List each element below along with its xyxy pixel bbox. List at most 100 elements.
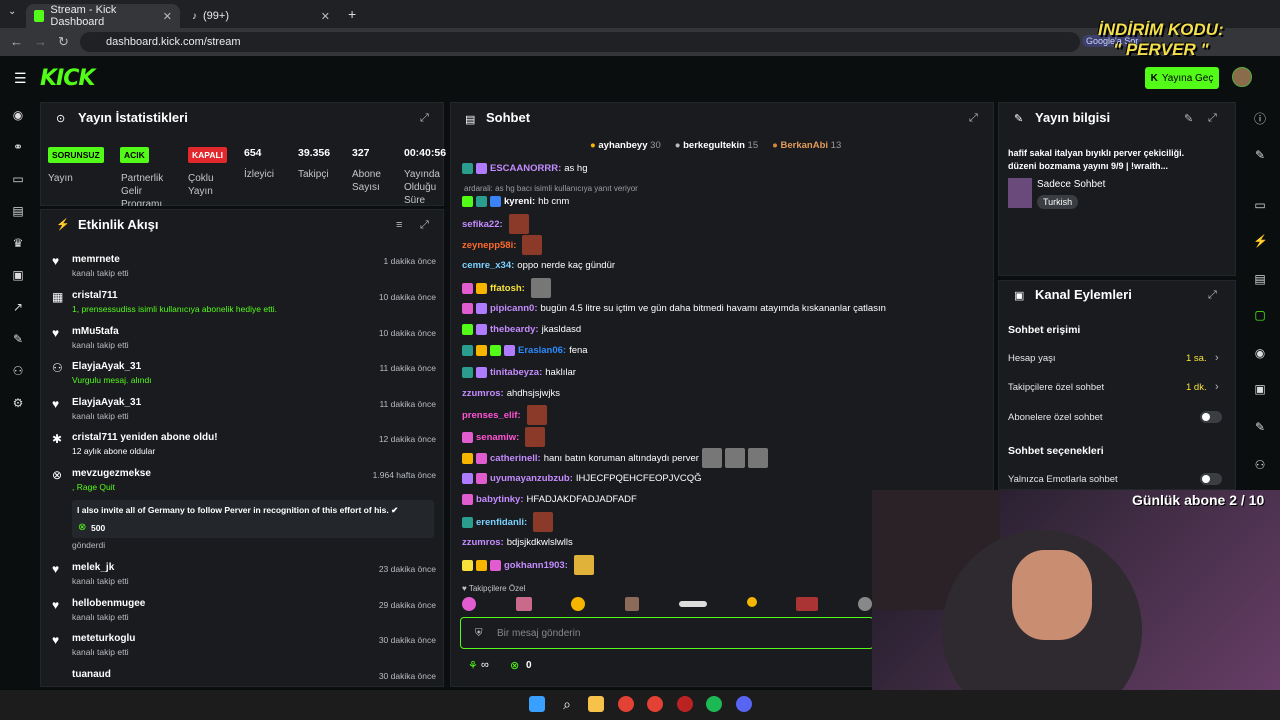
emote [533, 512, 554, 532]
spotify-icon[interactable] [706, 696, 722, 712]
activity-time: 29 dakika önce [378, 600, 436, 610]
wrench-icon[interactable]: ✎ [11, 332, 25, 346]
bot-icon[interactable]: ⚙ [11, 396, 25, 410]
search-icon[interactable]: ⌕ [559, 696, 575, 712]
activity-user[interactable]: mevzugezmekse [72, 468, 151, 479]
activity-desc: kanalı takip etti [72, 647, 129, 657]
wrench-icon[interactable]: ✎ [1253, 420, 1267, 434]
heart-icon: ♥ [52, 397, 60, 411]
trophy-icon[interactable]: ♛ [11, 236, 25, 250]
link-icon[interactable]: ⚭ [11, 140, 25, 154]
gifter-3[interactable]: ● BerkanAbi 13 [772, 140, 841, 151]
new-tab-icon[interactable]: + [348, 6, 356, 22]
viewer-count: 654 [244, 147, 262, 159]
window-icon[interactable]: ▭ [1253, 198, 1267, 212]
activity-time: 30 dakika önce [378, 635, 436, 645]
gifter-2[interactable]: ● berkegultekin 15 [675, 140, 758, 151]
close-icon[interactable]: ✕ [163, 10, 172, 23]
channel-icon[interactable]: ▣ [1253, 382, 1267, 396]
shield-icon: ⛨ [475, 628, 483, 639]
record-icon[interactable]: ◉ [1253, 346, 1267, 360]
chart-icon[interactable]: ↗ [11, 300, 25, 314]
activity-user[interactable]: hellobenmugee [72, 598, 145, 609]
category-name[interactable]: Sadece Sohbet [1037, 179, 1105, 190]
stream-description: hafif sakal italyan bıyıklı perver çekic… [1008, 148, 1185, 171]
expand-icon[interactable]: ⤢ [420, 112, 429, 125]
followers-only-value[interactable]: 1 dk. [1186, 382, 1207, 393]
expand-icon[interactable]: ⤢ [1208, 112, 1217, 125]
emote-only-toggle[interactable] [1200, 473, 1222, 485]
chat-message: ESCAANORRR: as hg [462, 163, 588, 174]
reload-icon[interactable]: ↻ [58, 34, 69, 50]
chat-input[interactable]: ⛨ Bir mesaj gönderin [460, 617, 874, 649]
heart-icon: ♥ [52, 326, 60, 340]
account-age-value[interactable]: 1 sa. [1186, 353, 1207, 364]
tab-kick-dashboard[interactable]: Stream - Kick Dashboard ✕ [26, 4, 180, 28]
app-icon[interactable] [677, 696, 693, 712]
chevron-right-icon[interactable]: › [1215, 381, 1219, 393]
avatar[interactable] [1232, 67, 1252, 87]
chat-title: Sohbet [486, 110, 531, 125]
edit-icon[interactable]: ✎ [1184, 112, 1193, 125]
media-icon[interactable]: ▣ [11, 268, 25, 282]
back-icon[interactable]: ← [10, 34, 23, 49]
activity-user[interactable]: cristal711 [72, 290, 118, 301]
go-live-label: Yayına Geç [1161, 72, 1214, 84]
users-icon[interactable]: ⚇ [11, 364, 25, 378]
subscriber-only-toggle[interactable] [1200, 411, 1222, 423]
discord-icon[interactable] [736, 696, 752, 712]
activity-user[interactable]: melek_jk [72, 562, 114, 573]
windows-start-icon[interactable] [529, 696, 545, 712]
discount-overlay: İNDİRİM KODU: " PERVER " [1098, 20, 1224, 60]
emote-bar[interactable] [462, 597, 872, 613]
chevron-right-icon[interactable]: › [1215, 352, 1219, 364]
channel-actions-title: Kanal Eylemleri [1035, 287, 1132, 302]
activity-user[interactable]: meteturkoglu [72, 633, 135, 644]
activity-desc: 1, prensessudiss isimli kullanıcıya abon… [72, 304, 278, 314]
kick-points-icon[interactable]: ⚘ [468, 659, 478, 672]
channel-icon: ▣ [1014, 290, 1025, 302]
chrome-icon[interactable] [618, 696, 634, 712]
expand-icon[interactable]: ⤢ [969, 112, 978, 125]
kick-logo[interactable]: KICK [40, 66, 95, 91]
chat-message: ffatosh: [462, 278, 551, 298]
url-input[interactable]: dashboard.kick.com/stream [80, 32, 1080, 52]
stat-label: Partnerlik Gelir Programı [121, 173, 164, 206]
expand-icon[interactable]: ⤢ [420, 219, 429, 232]
stats-icon: ⊙ [56, 113, 66, 125]
chat-message: Eraslan06: fena [462, 345, 588, 356]
chat-message: babytinky: HFADJAKDFADJADFADF [462, 494, 637, 505]
url-text: dashboard.kick.com/stream [106, 36, 241, 48]
users-icon[interactable]: ⚇ [1253, 458, 1267, 472]
close-icon[interactable]: ✕ [321, 10, 330, 23]
activity-user[interactable]: tuanaud [72, 669, 111, 680]
expand-icon[interactable]: ⤢ [1208, 289, 1217, 302]
go-live-button[interactable]: K Yayına Geç [1145, 67, 1219, 89]
activity-user[interactable]: cristal711 yeniden abone oldu! [72, 432, 218, 443]
chat-icon[interactable]: ▢ [1253, 308, 1267, 322]
gifter-1[interactable]: ● ayhanbeyy 30 [590, 140, 661, 151]
bolt-icon[interactable]: ⚡ [1253, 234, 1268, 248]
dashboard-icon[interactable]: ◉ [11, 108, 25, 122]
tab-tiktok[interactable]: ♪ (99+) ✕ [184, 4, 338, 28]
star-icon: ✱ [52, 432, 63, 446]
emote [508, 214, 529, 234]
filter-icon[interactable]: ≡ [396, 219, 402, 231]
edit-icon[interactable]: ✎ [1253, 148, 1267, 162]
chat-message: gokhann1903: [462, 555, 594, 575]
file-explorer-icon[interactable] [588, 696, 604, 712]
window-icon[interactable]: ▭ [11, 172, 25, 186]
menu-icon[interactable]: ☰ [14, 70, 27, 87]
stream-info-panel [998, 102, 1236, 276]
tab-search-icon[interactable]: ⌄ [8, 6, 16, 17]
activity-user[interactable]: mMu5tafa [72, 326, 119, 337]
info-icon[interactable]: ⓘ [1253, 112, 1267, 126]
activity-user[interactable]: ElayjaAyak_31 [72, 361, 141, 372]
list-icon[interactable]: ▤ [1253, 272, 1267, 286]
layout-icon[interactable]: ▤ [11, 204, 25, 218]
activity-user[interactable]: memrnete [72, 254, 120, 265]
forward-icon[interactable]: → [34, 34, 47, 49]
chrome-icon[interactable] [647, 696, 663, 712]
activity-user[interactable]: ElayjaAyak_31 [72, 397, 141, 408]
stat-label: Çoklu Yayın [188, 173, 214, 197]
